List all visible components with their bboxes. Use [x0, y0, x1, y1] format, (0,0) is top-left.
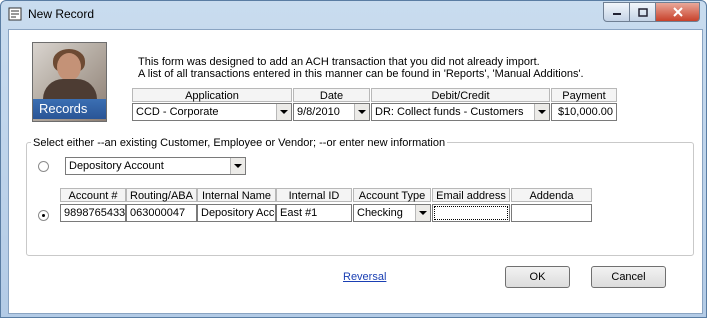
account-number-header: Account # [60, 188, 126, 202]
date-value: 9/8/2010 [297, 106, 340, 118]
routing-number-input[interactable]: 063000047 [126, 204, 197, 222]
existing-record-radio[interactable] [38, 161, 49, 172]
chevron-down-icon[interactable] [415, 205, 430, 221]
caption-buttons [603, 2, 700, 22]
application-value: CCD - Corporate [136, 106, 219, 118]
account-type-value: Checking [357, 207, 403, 219]
window-app-icon [8, 7, 22, 21]
date-header: Date [293, 88, 370, 102]
records-image-label: Records [39, 101, 88, 116]
close-button[interactable] [656, 2, 700, 22]
account-type-select[interactable]: Checking [353, 204, 431, 222]
internal-id-header: Internal ID [276, 188, 352, 202]
debit-credit-value: DR: Collect funds - Customers [375, 106, 524, 118]
reversal-link[interactable]: Reversal [343, 271, 386, 283]
application-header: Application [132, 88, 292, 102]
chevron-down-icon[interactable] [276, 104, 291, 120]
ok-button[interactable]: OK [505, 266, 570, 288]
close-icon [672, 7, 683, 17]
selection-group-label: Select either --an existing Customer, Em… [31, 137, 448, 149]
internal-id-input[interactable]: East #1 [276, 204, 352, 222]
records-image: Records [32, 42, 107, 122]
new-record-window: New Record Records This form was designe… [0, 0, 707, 318]
payment-header: Payment [551, 88, 617, 102]
window-title: New Record [28, 7, 95, 21]
intro-text: This form was designed to add an ACH tra… [138, 56, 584, 80]
application-select[interactable]: CCD - Corporate [132, 103, 292, 121]
email-address-header: Email address [432, 188, 510, 202]
email-address-input[interactable] [432, 204, 510, 222]
addenda-record-header: Addenda Record [511, 188, 592, 216]
payment-input[interactable]: $10,000.00 [551, 103, 617, 121]
internal-name-header: Internal Name [197, 188, 276, 202]
internal-name-input[interactable]: Depository Account [197, 204, 276, 222]
addenda-record-input[interactable] [511, 204, 592, 222]
maximize-icon [637, 7, 648, 17]
minimize-icon [612, 13, 621, 15]
minimize-button[interactable] [603, 2, 630, 22]
existing-record-select[interactable]: Depository Account [65, 157, 246, 175]
routing-number-header: Routing/ABA # [126, 188, 197, 216]
chevron-down-icon[interactable] [230, 158, 245, 174]
chevron-down-icon[interactable] [354, 104, 369, 120]
account-type-header: Account Type [353, 188, 431, 202]
form-body: Records This form was designed to add an… [8, 29, 703, 314]
chevron-down-icon[interactable] [534, 104, 549, 120]
existing-record-value: Depository Account [69, 160, 164, 172]
maximize-button[interactable] [630, 2, 656, 22]
date-select[interactable]: 9/8/2010 [293, 103, 370, 121]
cancel-button[interactable]: Cancel [591, 266, 666, 288]
account-number-input[interactable]: 9898765433 [60, 204, 126, 222]
debit-credit-select[interactable]: DR: Collect funds - Customers [371, 103, 550, 121]
debit-credit-header: Debit/Credit [371, 88, 550, 102]
title-bar: New Record [1, 1, 706, 28]
intro-line-1: This form was designed to add an ACH tra… [138, 56, 540, 68]
intro-line-2: A list of all transactions entered in th… [138, 68, 584, 80]
new-info-radio[interactable] [38, 210, 49, 221]
